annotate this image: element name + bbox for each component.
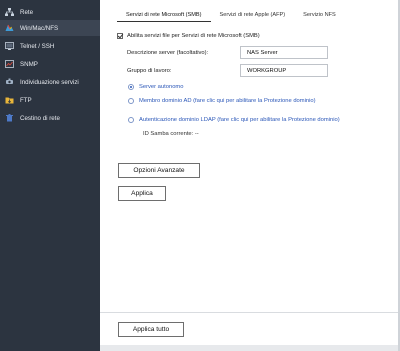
recycle-bin-icon bbox=[5, 114, 14, 122]
apply-all-button[interactable]: Applica tutto bbox=[118, 322, 184, 337]
network-icon bbox=[5, 8, 14, 16]
ftp-icon bbox=[5, 96, 14, 104]
sidebar-item-label: SNMP bbox=[20, 60, 38, 68]
sidebar-item-telnet-ssh[interactable]: Telnet / SSH bbox=[0, 38, 100, 54]
shared-folder-icon bbox=[5, 24, 14, 32]
sidebar-item-label: Rete bbox=[20, 8, 34, 16]
apply-button[interactable]: Applica bbox=[118, 186, 166, 201]
workgroup-field[interactable]: WORKGROUP bbox=[240, 64, 328, 77]
radio-ldap-link[interactable]: Autenticazione dominio LDAP (fare clic q… bbox=[139, 117, 340, 123]
radio-button-selected[interactable] bbox=[128, 84, 134, 90]
sidebar-item-ftp[interactable]: FTP bbox=[0, 92, 100, 108]
tab-afp[interactable]: Servizi di rete Apple (AFP) bbox=[211, 8, 295, 22]
radio-ldap[interactable]: Autenticazione dominio LDAP (fare clic q… bbox=[128, 117, 340, 123]
snmp-icon bbox=[5, 60, 14, 68]
terminal-icon bbox=[5, 42, 14, 50]
advanced-options-button[interactable]: Opzioni Avanzate bbox=[118, 163, 200, 178]
service-discovery-icon bbox=[5, 78, 14, 86]
radio-standalone-label: Server autonomo bbox=[139, 84, 184, 90]
radio-standalone[interactable]: Server autonomo bbox=[128, 84, 183, 90]
enable-smb-checkbox[interactable]: Abilita servizi file per Servizi di rete… bbox=[117, 33, 260, 39]
sidebar-item-individuazione-servizi[interactable]: Individuazione servizi bbox=[0, 74, 100, 90]
tab-smb[interactable]: Servizi di rete Microsoft (SMB) bbox=[117, 8, 211, 22]
main-panel: Servizi di rete Microsoft (SMB) Servizi … bbox=[100, 0, 400, 351]
tab-bar: Servizi di rete Microsoft (SMB) Servizi … bbox=[117, 8, 345, 22]
sidebar-item-label: Win/Mac/NFS bbox=[20, 24, 59, 32]
description-field[interactable]: NAS Server bbox=[240, 46, 328, 59]
sidebar-item-label: Individuazione servizi bbox=[20, 78, 79, 86]
sidebar: Rete Win/Mac/NFS Telnet / SSH SNMP Indiv… bbox=[0, 0, 100, 351]
radio-ad-member[interactable]: Membro dominio AD (fare clic qui per abi… bbox=[128, 98, 316, 104]
sidebar-item-label: FTP bbox=[20, 96, 32, 104]
tab-nfs[interactable]: Servizio NFS bbox=[294, 8, 345, 22]
radio-button[interactable] bbox=[128, 98, 134, 104]
sidebar-item-snmp[interactable]: SNMP bbox=[0, 56, 100, 72]
checkbox-checked[interactable] bbox=[117, 33, 123, 39]
bottom-edge bbox=[100, 345, 400, 351]
radio-ad-member-link[interactable]: Membro dominio AD (fare clic qui per abi… bbox=[139, 98, 316, 104]
sidebar-item-cestino-di-rete[interactable]: Cestino di rete bbox=[0, 110, 100, 126]
sidebar-item-rete[interactable]: Rete bbox=[0, 4, 100, 20]
sidebar-item-label: Cestino di rete bbox=[20, 114, 60, 122]
radio-button[interactable] bbox=[128, 117, 134, 123]
workgroup-label: Gruppo di lavoro: bbox=[127, 68, 172, 74]
description-label: Descrizione server (facoltativo): bbox=[127, 50, 209, 56]
sidebar-item-win-mac-nfs[interactable]: Win/Mac/NFS bbox=[0, 20, 100, 36]
samba-id-text: ID Samba corrente: -- bbox=[143, 131, 199, 137]
enable-smb-label: Abilita servizi file per Servizi di rete… bbox=[127, 33, 260, 39]
sidebar-item-label: Telnet / SSH bbox=[20, 42, 55, 50]
